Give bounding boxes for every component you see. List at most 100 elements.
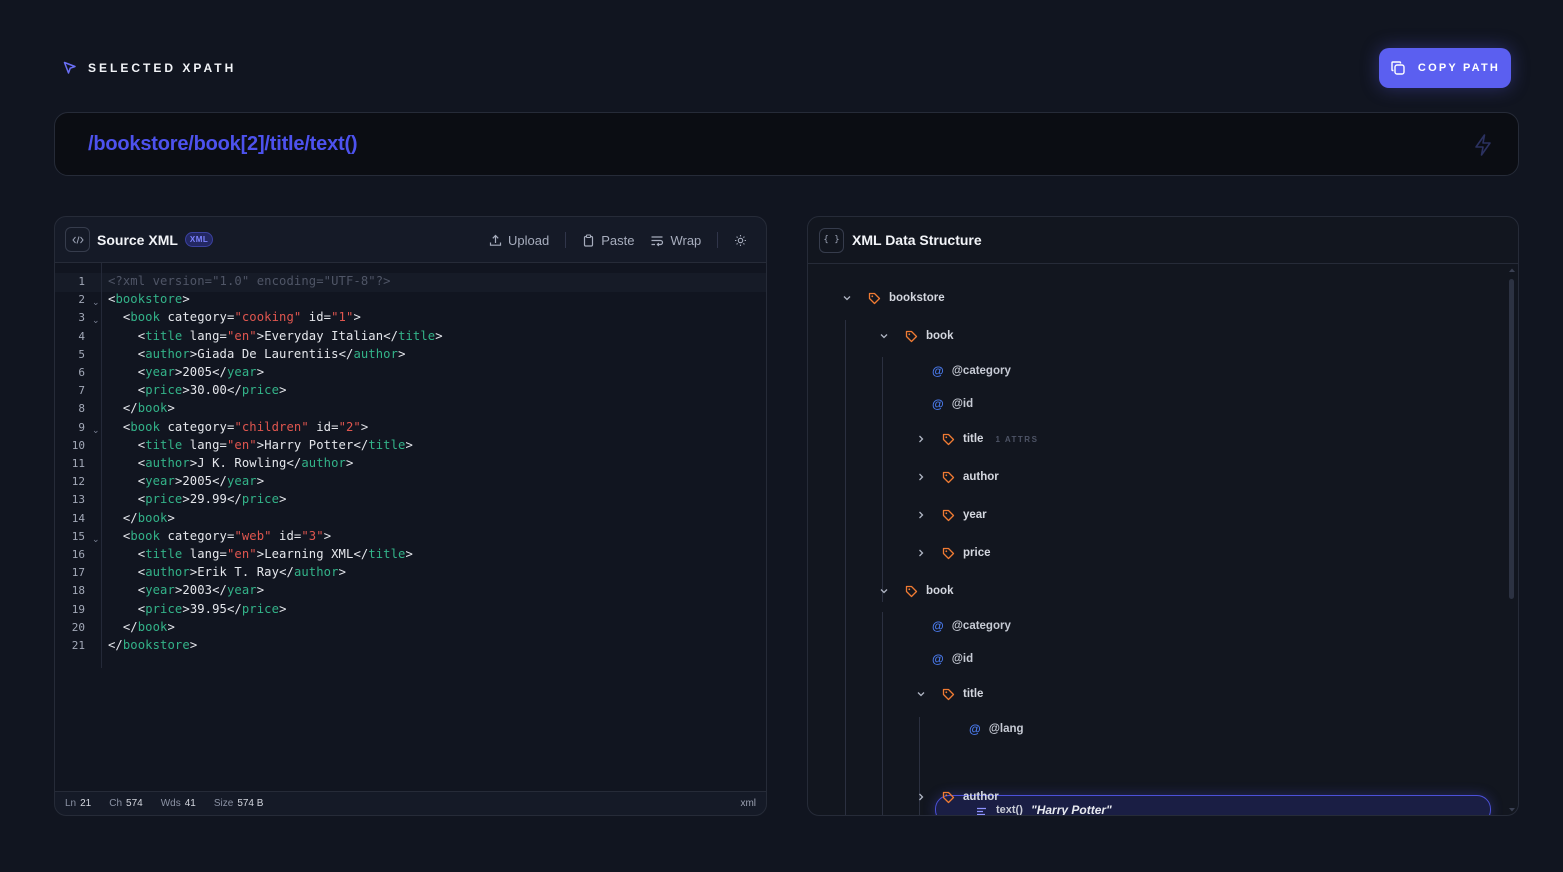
- toolbar-divider: [565, 232, 567, 248]
- line-number: 7: [78, 384, 85, 398]
- code-line: <price>29.99</price>: [137, 492, 287, 507]
- tree-node-bookstore[interactable]: bookstore: [840, 288, 945, 308]
- chevron-right-icon[interactable]: [914, 548, 928, 558]
- code-line: <author>Erik T. Ray</author>: [137, 565, 346, 580]
- tree-node-label: book: [926, 330, 954, 342]
- line-number: 9: [78, 420, 85, 434]
- line-number: 12: [71, 475, 85, 489]
- code-line: <year>2005</year>: [137, 365, 265, 379]
- code-line: <bookstore>: [108, 292, 190, 307]
- tree-attribute-label: @category: [951, 620, 1011, 632]
- status-words-label: Wds: [160, 798, 181, 809]
- selected-text-node[interactable]: text() "Harry Potter": [935, 795, 1491, 816]
- tree-attribute-lang[interactable]: @ @lang: [969, 719, 1024, 739]
- line-number: 15: [71, 529, 85, 543]
- chevron-right-icon[interactable]: [914, 472, 928, 482]
- fold-chevron-icon[interactable]: ⌄: [92, 316, 100, 326]
- tag-icon: [868, 292, 881, 305]
- tree-node-label: author: [963, 471, 999, 483]
- chevron-down-icon[interactable]: [877, 331, 891, 341]
- tree-node-book[interactable]: book: [877, 581, 953, 601]
- code-line: <price>39.95</price>: [137, 601, 287, 616]
- code-line: </book>: [122, 619, 175, 634]
- chevron-down-icon[interactable]: [914, 689, 928, 699]
- line-number: 16: [71, 548, 85, 561]
- tree-node-year[interactable]: year: [914, 505, 987, 525]
- status-line-label: Ln: [65, 798, 77, 809]
- attr-count-hint: 1 ATTRS: [995, 434, 1039, 444]
- code-line: </bookstore>: [108, 638, 198, 652]
- xpath-value[interactable]: /bookstore/book[2]/title/text(): [88, 133, 358, 156]
- code-icon: [65, 227, 90, 252]
- theme-toggle-button[interactable]: [734, 234, 747, 247]
- copy-path-label: COPY PATH: [1417, 62, 1501, 74]
- code-line: <author>J K. Rowling</author>: [137, 456, 354, 470]
- code-line: <title lang="en">Harry Potter</title>: [137, 437, 413, 452]
- source-panel-header: Source XML XML Upload Paste Wrap: [55, 217, 766, 263]
- chevron-down-icon[interactable]: [877, 586, 891, 596]
- code-line: <book category="children" id="2">: [122, 419, 369, 434]
- tree-node-author[interactable]: author: [914, 787, 999, 807]
- tag-icon: [942, 509, 955, 522]
- tree-node-book[interactable]: book: [877, 326, 953, 346]
- clipboard-icon: [582, 233, 595, 247]
- tree-attribute-label: @lang: [988, 723, 1024, 735]
- text-node-name: text(): [996, 804, 1023, 816]
- upload-label: Upload: [508, 232, 550, 248]
- tree-attribute-category[interactable]: @ @category: [932, 361, 1011, 381]
- tree-node-title[interactable]: title 1 ATTRS: [914, 429, 1038, 449]
- code-line: <year>2003</year>: [137, 583, 265, 598]
- fold-chevron-icon[interactable]: ⌄: [92, 535, 100, 545]
- tree-guide-line: [882, 612, 883, 815]
- fold-chevron-icon[interactable]: ⌄: [92, 298, 100, 308]
- code-editor[interactable]: 1 2 ⌄ 3 ⌄ 4 5 6 7 8 9 ⌄ 10 11 12 13 14 15 ⌄ 16 17 18 19 20 21 <?…: [55, 263, 766, 792]
- text-node-value: "Harry Potter": [1031, 803, 1112, 816]
- xml-tree[interactable]: text() "Harry Potter" bookstore book @ @cat…: [808, 265, 1504, 816]
- xpath-display: /bookstore/book[2]/title/text(): [54, 112, 1519, 176]
- tree-node-label: title: [963, 688, 984, 700]
- code-line: <book category="cooking" id="1">: [122, 310, 361, 325]
- line-number: 8: [78, 402, 85, 416]
- code-line: </book>: [122, 510, 175, 525]
- source-xml-panel: Source XML XML Upload Paste Wrap 1 2 ⌄ 3…: [54, 216, 767, 816]
- chevron-right-icon[interactable]: [914, 792, 928, 802]
- tree-node-title[interactable]: title: [914, 684, 983, 704]
- selected-xpath-header: SELECTED XPATH: [62, 60, 236, 76]
- tag-icon: [942, 688, 955, 701]
- paste-label: Paste: [601, 232, 635, 248]
- tree-node-price[interactable]: price: [914, 543, 991, 563]
- status-words-value: 41: [184, 798, 196, 809]
- at-sign-icon: @: [969, 722, 981, 736]
- braces-icon: { }: [819, 227, 844, 253]
- upload-button[interactable]: Upload: [489, 233, 549, 248]
- tag-icon: [942, 433, 955, 446]
- tree-scrollbar-thumb[interactable]: [1509, 279, 1514, 599]
- format-badge: XML: [184, 232, 214, 247]
- tree-node-author[interactable]: author: [914, 467, 999, 487]
- chevron-right-icon[interactable]: [914, 510, 928, 520]
- tree-attribute-category[interactable]: @ @category: [932, 616, 1011, 636]
- tree-attribute-id[interactable]: @ @id: [932, 394, 973, 414]
- sun-icon: [734, 234, 747, 247]
- line-number: 14: [71, 511, 85, 525]
- copy-path-button[interactable]: COPY PATH: [1379, 48, 1511, 88]
- fold-chevron-icon[interactable]: ⌄: [92, 426, 100, 436]
- copy-icon: [1390, 60, 1406, 76]
- tree-node-label: year: [963, 509, 987, 521]
- tag-icon: [905, 330, 918, 343]
- tag-icon: [942, 471, 955, 484]
- chevron-right-icon[interactable]: [914, 434, 928, 444]
- line-number: 3: [78, 311, 85, 325]
- xml-structure-panel: { } XML Data Structure text() "Harry Pot…: [807, 216, 1519, 816]
- line-number-gutter: 1 2 ⌄ 3 ⌄ 4 5 6 7 8 9 ⌄ 10 11 12 13 14 15 ⌄ 16 17 18 19 20 21: [55, 263, 102, 668]
- wrap-button[interactable]: Wrap: [650, 233, 701, 248]
- status-line-value: 21: [80, 798, 92, 809]
- chevron-down-icon[interactable]: [840, 293, 854, 303]
- line-number: 11: [71, 457, 85, 470]
- paste-button[interactable]: Paste: [582, 233, 634, 248]
- tree-guide-line: [845, 320, 846, 815]
- line-number: 2: [78, 293, 85, 307]
- editor-status-bar: Ln 21 Ch 574 Wds 41 Size 574 B xml: [55, 791, 766, 815]
- section-label: SELECTED XPATH: [88, 61, 237, 75]
- tree-attribute-id[interactable]: @ @id: [932, 649, 973, 669]
